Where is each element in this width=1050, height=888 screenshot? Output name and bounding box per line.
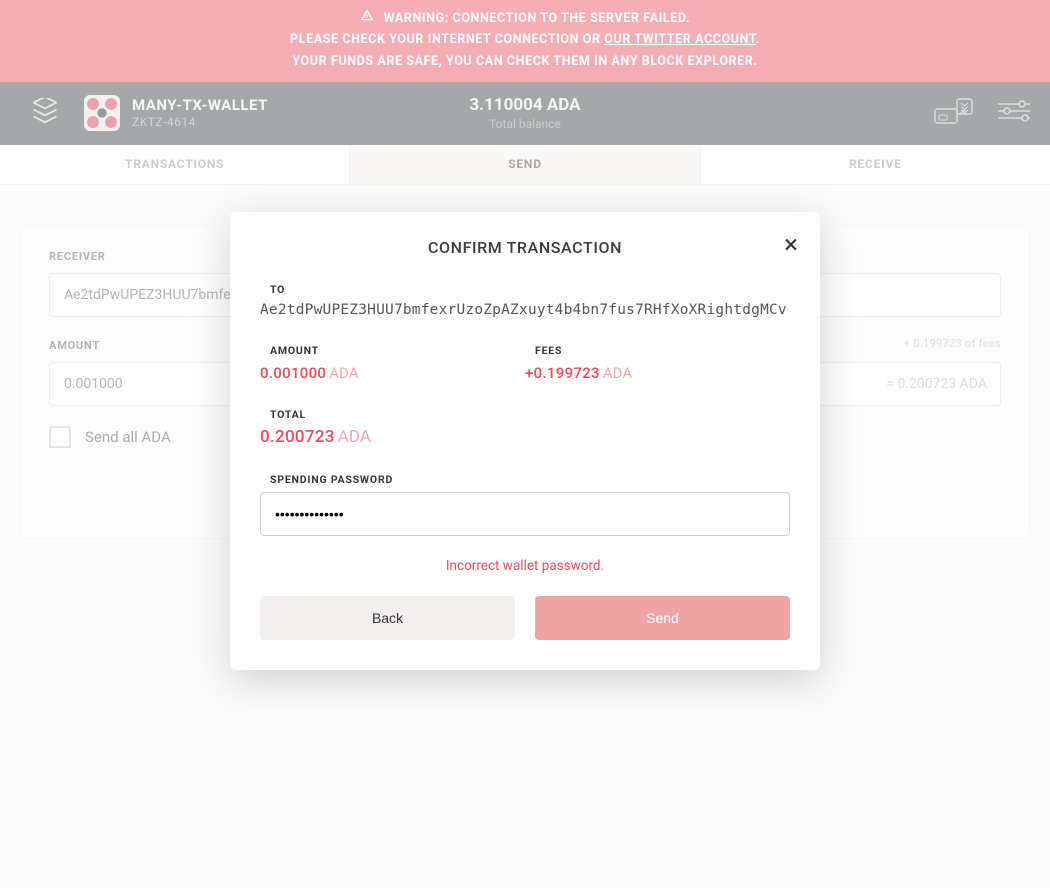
modal-overlay: CONFIRM TRANSACTION × TO Ae2tdPwUPEZ3HUU… bbox=[0, 0, 1050, 888]
send-button[interactable]: Send bbox=[535, 596, 790, 640]
modal-amount-label: AMOUNT bbox=[260, 344, 525, 357]
back-button[interactable]: Back bbox=[260, 596, 515, 640]
confirm-transaction-modal: CONFIRM TRANSACTION × TO Ae2tdPwUPEZ3HUU… bbox=[230, 212, 820, 670]
modal-amount-value: 0.001000ADA bbox=[260, 363, 525, 382]
modal-fees-label: FEES bbox=[525, 344, 790, 357]
modal-to-label: TO bbox=[260, 283, 790, 296]
modal-title: CONFIRM TRANSACTION bbox=[260, 238, 790, 257]
modal-fees-value: +0.199723ADA bbox=[525, 363, 790, 382]
modal-total-value: 0.200723ADA bbox=[260, 427, 790, 447]
close-icon[interactable]: × bbox=[784, 232, 798, 258]
spending-password-label: SPENDING PASSWORD bbox=[260, 473, 790, 486]
modal-total-label: TOTAL bbox=[260, 408, 790, 421]
modal-to-address: Ae2tdPwUPEZ3HUU7bmfexrUzoZpAZxuyt4b4bn7f… bbox=[260, 302, 790, 318]
spending-password-input[interactable] bbox=[260, 492, 790, 536]
password-error-message: Incorrect wallet password. bbox=[260, 558, 790, 574]
